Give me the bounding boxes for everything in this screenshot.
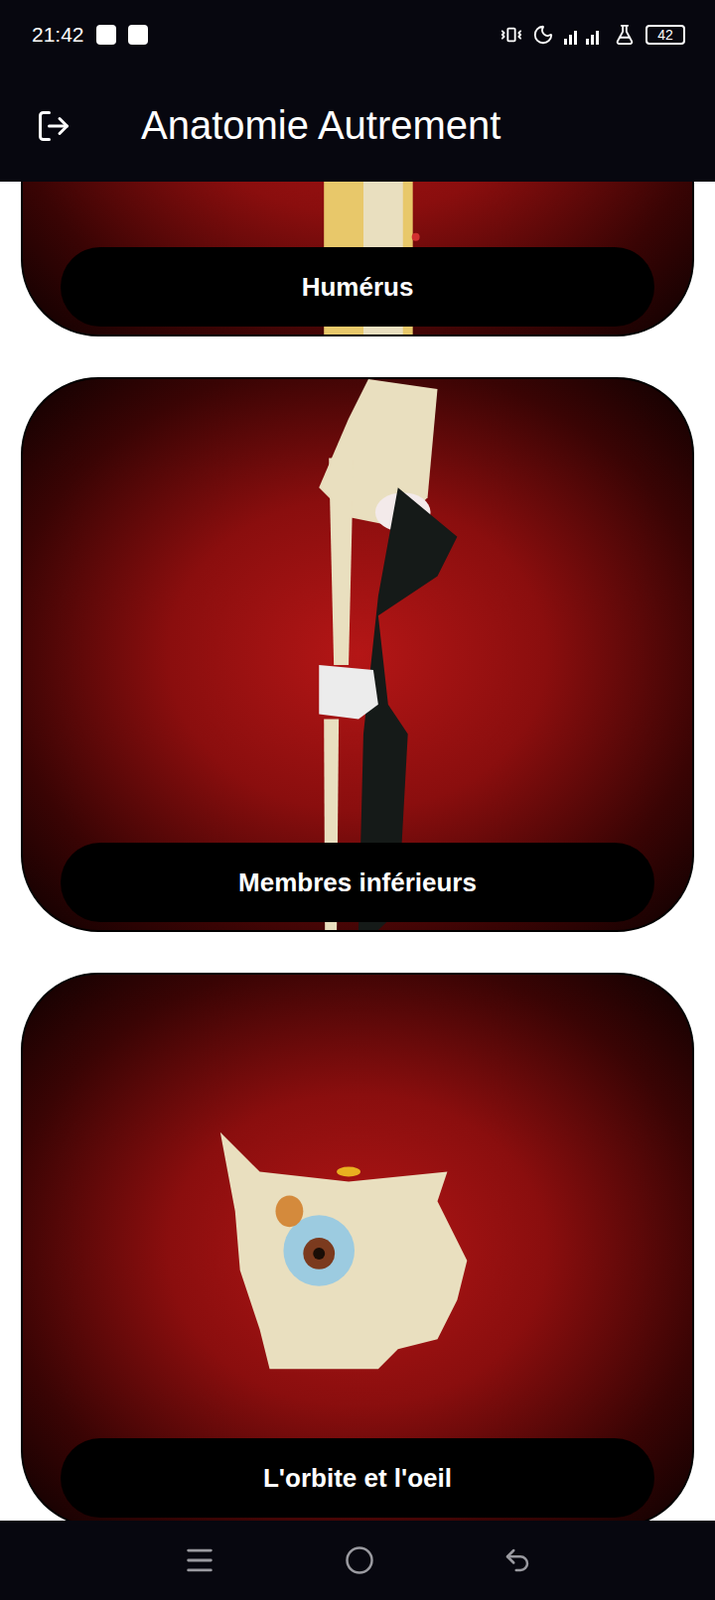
flask-icon: [613, 23, 636, 46]
card-list: Humérus Membres inférieurs L'orbite et l'o…: [0, 181, 715, 1522]
signal-icon: [564, 24, 604, 45]
logout-icon[interactable]: [35, 108, 72, 144]
menu-icon[interactable]: [182, 1544, 217, 1578]
notification-icon: [96, 24, 117, 45]
status-bar: 21:42 42: [0, 0, 715, 70]
card-label: Membres inférieurs: [60, 843, 655, 923]
navigation-bar: [0, 1521, 715, 1600]
card-label: Humérus: [60, 247, 655, 327]
back-icon[interactable]: [502, 1546, 533, 1576]
status-time: 21:42: [31, 22, 85, 47]
app-bar: Anatomie Autrement: [0, 69, 715, 182]
notification-icon: [128, 24, 148, 45]
topic-card[interactable]: Humérus: [20, 181, 695, 337]
home-icon[interactable]: [344, 1546, 375, 1576]
vibrate-icon: [500, 23, 523, 46]
phone-screen: 21:42 42 Anatomie Autrement Humérus Membres …: [0, 0, 715, 1600]
moon-icon: [532, 23, 555, 46]
battery-indicator: 42: [645, 24, 686, 45]
topic-card[interactable]: L'orbite et l'oeil: [20, 973, 695, 1522]
app-title: Anatomie Autrement: [141, 103, 501, 148]
card-label: L'orbite et l'oeil: [60, 1438, 655, 1519]
topic-card[interactable]: Membres inférieurs: [20, 377, 695, 933]
